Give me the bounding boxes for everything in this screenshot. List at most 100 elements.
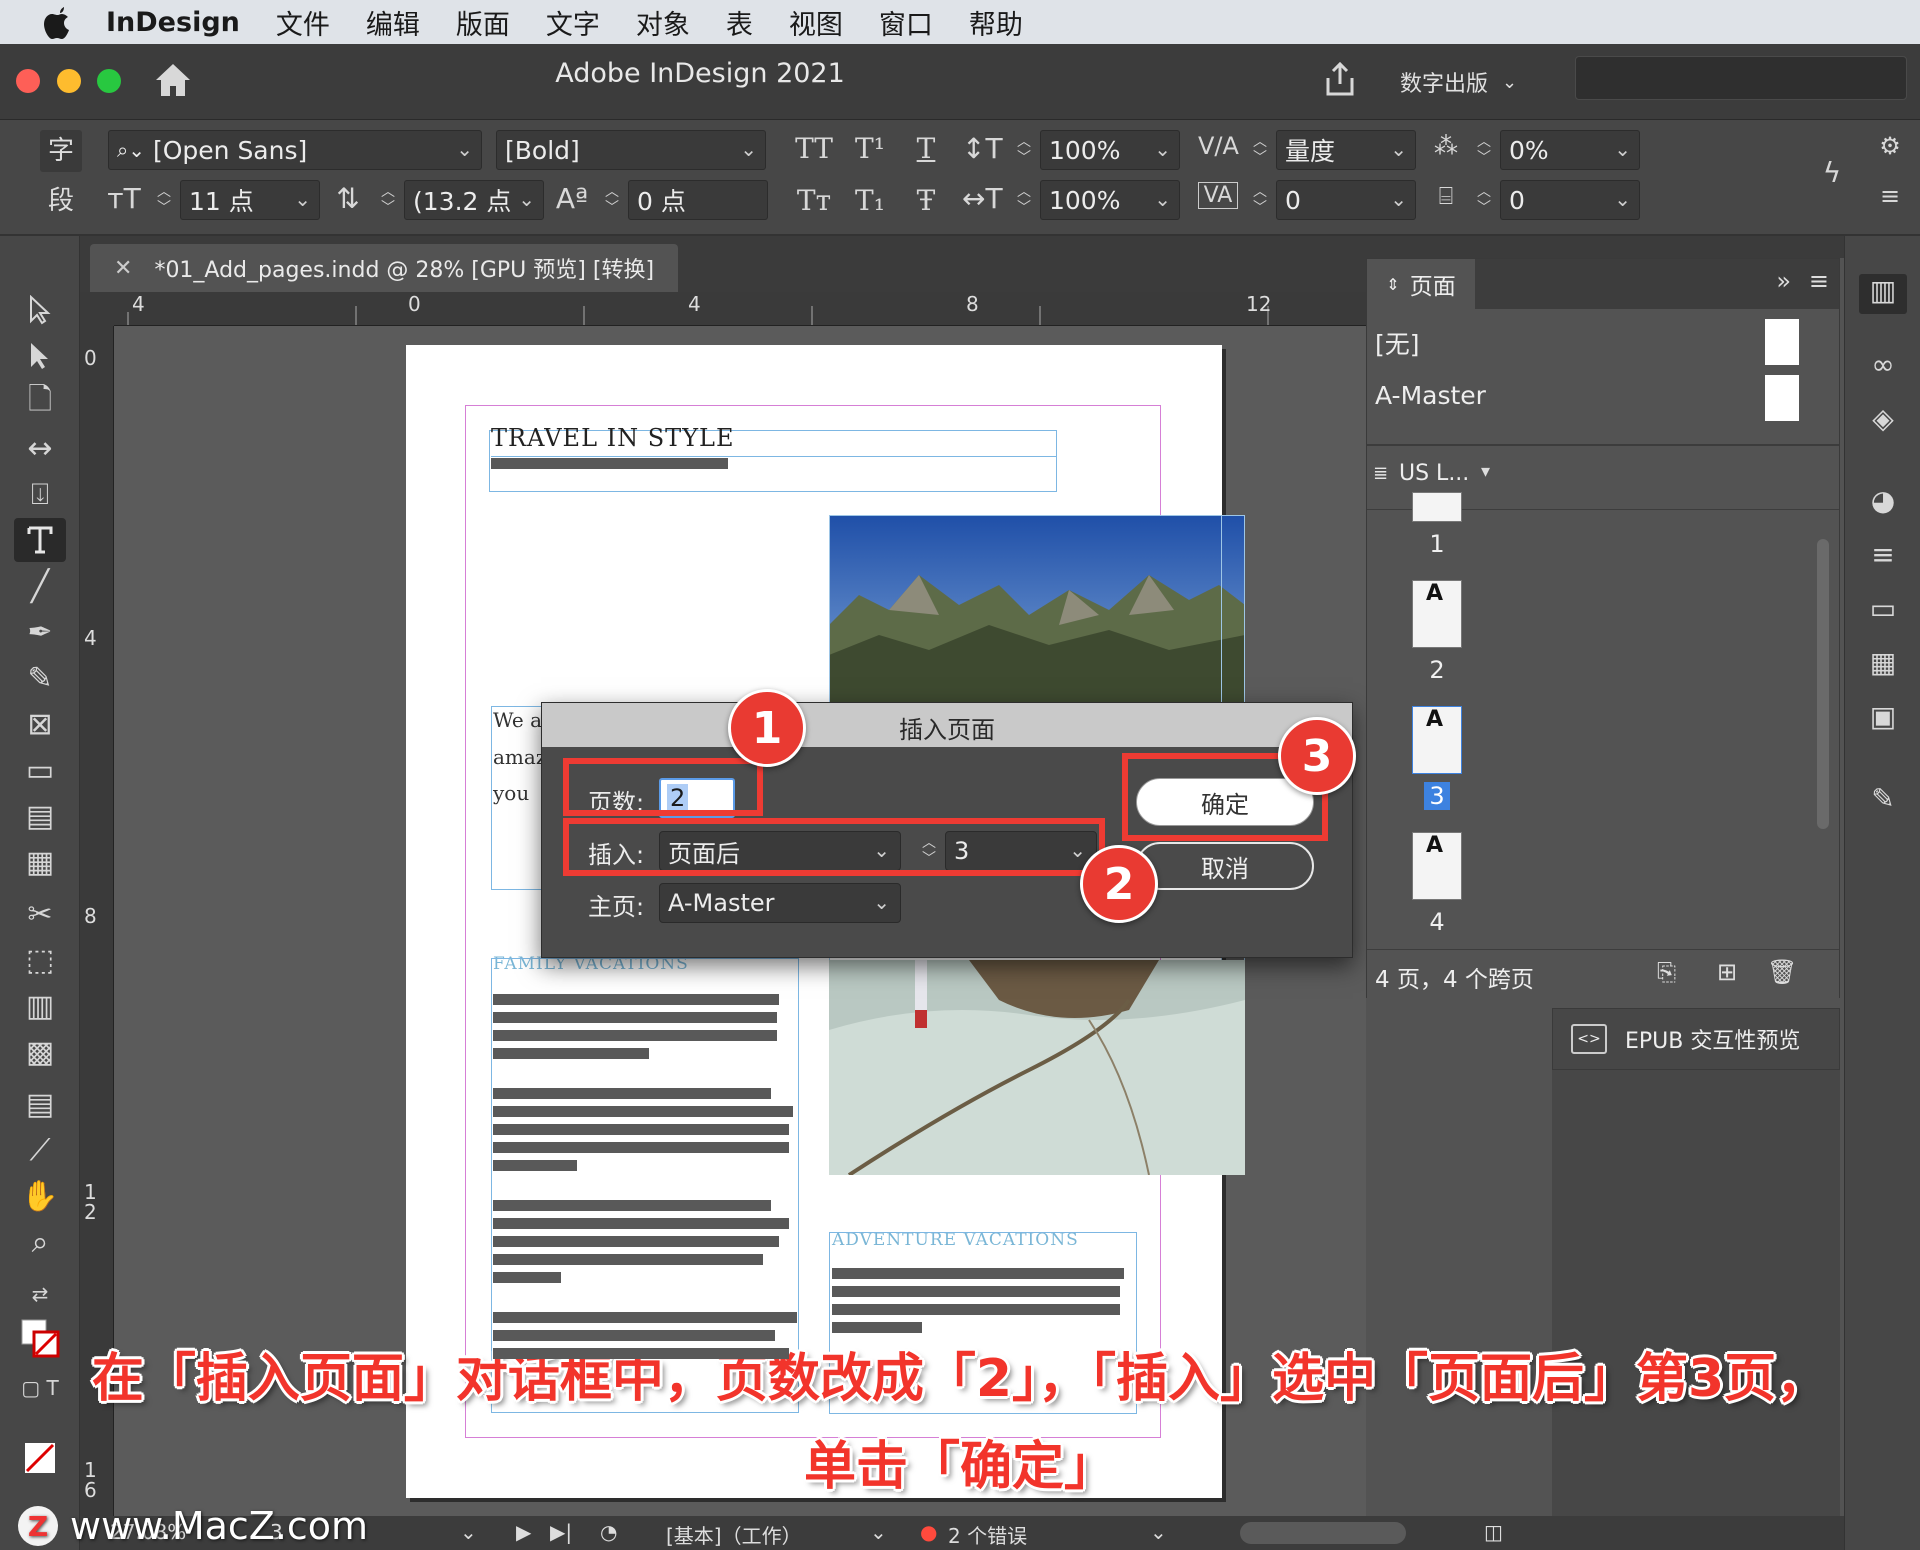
dialog-title-bar[interactable]: 插入页面: [542, 703, 1352, 747]
chevron-down-icon[interactable]: ⌄: [1150, 1520, 1167, 1544]
subscript-button[interactable]: T₁: [848, 184, 892, 217]
chevron-down-icon[interactable]: ⌄: [870, 1520, 887, 1544]
page-number-2[interactable]: 2: [1407, 656, 1467, 684]
content-collector-icon[interactable]: ⍗: [14, 472, 66, 516]
character-rotation-stepper[interactable]: ︿ ﹀: [1472, 180, 1496, 220]
scissors-tool-icon[interactable]: ✂: [14, 892, 66, 936]
menu-window[interactable]: 窗口: [879, 3, 933, 42]
chevron-down-icon[interactable]: ▾: [1481, 461, 1490, 482]
vertical-scale-stepper[interactable]: ︿ ﹀: [1012, 130, 1036, 170]
gradient-panel-icon[interactable]: ▭: [1859, 592, 1907, 632]
rectangle-tool-icon[interactable]: ▭: [14, 748, 66, 792]
ruler-origin[interactable]: [80, 292, 114, 326]
table-tool-icon[interactable]: ▤: [14, 794, 66, 838]
pages-panel-icon[interactable]: ▥: [1859, 274, 1907, 314]
horizontal-ruler[interactable]: 4 0 4 8 12: [114, 292, 1366, 326]
paragraph-mode-button[interactable]: 段: [40, 180, 82, 222]
document-tab[interactable]: ✕ *01_Add_pages.indd @ 28% [GPU 预览] [转换]: [90, 244, 679, 292]
panel-menu-icon[interactable]: ≡: [1870, 182, 1910, 210]
menu-edit[interactable]: 编辑: [366, 3, 420, 42]
articles-panel-icon[interactable]: ▣: [1859, 700, 1907, 740]
page-number-1[interactable]: 1: [1407, 530, 1467, 558]
page-thumbnail-4[interactable]: A: [1412, 832, 1462, 900]
gradient-swatch-tool-icon[interactable]: ▥: [14, 984, 66, 1028]
epub-preview-panel-tab[interactable]: <> EPUB 交互性预览: [1552, 1008, 1840, 1070]
page-number-4[interactable]: 4: [1407, 908, 1467, 936]
last-page-icon[interactable]: ▶|: [550, 1520, 572, 1544]
content-edit-panel-icon[interactable]: ✎: [1859, 782, 1907, 822]
small-caps-button[interactable]: Tт: [792, 184, 836, 217]
master-row-none[interactable]: [无]: [1367, 313, 1839, 369]
type-tool-icon[interactable]: [14, 518, 66, 562]
menu-help[interactable]: 帮助: [969, 3, 1023, 42]
tsume-stepper[interactable]: ︿ ﹀: [1472, 130, 1496, 170]
menu-table[interactable]: 表: [726, 3, 753, 42]
page-thumbnail-2[interactable]: A: [1412, 580, 1462, 648]
links-panel-icon[interactable]: ∞: [1859, 348, 1907, 388]
preflight-icon[interactable]: ◔: [600, 1520, 617, 1544]
panel-menu-icon[interactable]: ≡: [1809, 267, 1829, 295]
panel-divider[interactable]: [1367, 444, 1839, 446]
gear-icon[interactable]: ⚙: [1870, 132, 1910, 160]
underline-button[interactable]: T: [904, 132, 948, 165]
zoom-tool-icon[interactable]: ⌕: [14, 1220, 66, 1264]
baseline-shift-field[interactable]: 0 点: [628, 180, 768, 220]
leading-stepper[interactable]: ︿ ﹀: [376, 180, 400, 220]
trash-icon[interactable]: 🗑: [1767, 958, 1797, 986]
pages-panel-scrollbar[interactable]: [1817, 539, 1829, 829]
edit-page-size-icon[interactable]: ⎘: [1657, 958, 1676, 986]
free-transform-tool-icon[interactable]: ⬚: [14, 938, 66, 982]
kerning-field[interactable]: 量度 ⌄: [1276, 130, 1416, 170]
gap-tool-icon[interactable]: ↔: [14, 426, 66, 470]
pages-panel-tab[interactable]: ⇕ 页面: [1367, 259, 1475, 309]
character-rotation-field[interactable]: 0 ⌄: [1500, 180, 1640, 220]
split-view-icon[interactable]: ◫: [1484, 1520, 1503, 1544]
font-size-field[interactable]: 11 点 ⌄: [180, 180, 320, 220]
note-tool-icon[interactable]: ▤: [14, 1082, 66, 1126]
baseline-shift-stepper[interactable]: ︿ ﹀: [600, 180, 624, 220]
horizontal-scale-field[interactable]: 100% ⌄: [1040, 180, 1180, 220]
superscript-button[interactable]: T¹: [848, 132, 892, 165]
cancel-button[interactable]: 取消: [1136, 842, 1314, 890]
tracking-field[interactable]: 0 ⌄: [1276, 180, 1416, 220]
share-icon[interactable]: [1320, 60, 1360, 100]
page-number-3[interactable]: 3: [1424, 782, 1450, 810]
all-caps-button[interactable]: TT: [792, 132, 836, 165]
font-style-field[interactable]: [Bold] ⌄: [496, 130, 766, 170]
swatches-panel-icon[interactable]: ◕: [1859, 484, 1907, 524]
next-page-icon[interactable]: ▶: [516, 1520, 531, 1544]
tsume-field[interactable]: 0% ⌄: [1500, 130, 1640, 170]
stroke-panel-icon[interactable]: ≡: [1859, 538, 1907, 578]
workspace-switcher[interactable]: 数字出版 ⌄: [1400, 62, 1517, 102]
new-page-icon[interactable]: ⊞: [1717, 958, 1737, 986]
page-size-label[interactable]: US L...: [1399, 461, 1469, 486]
line-tool-icon[interactable]: ╱: [14, 564, 66, 608]
direct-selection-tool-icon[interactable]: [14, 334, 66, 378]
menu-type[interactable]: 文字: [546, 3, 600, 42]
page-thumbnail-3[interactable]: A: [1412, 706, 1462, 774]
panel-dock-header[interactable]: [1366, 236, 1868, 258]
leading-field[interactable]: (13.2 点 ⌄: [404, 180, 544, 220]
tracking-stepper[interactable]: ︿ ﹀: [1248, 180, 1272, 220]
pencil-tool-icon[interactable]: ✎: [14, 656, 66, 700]
menu-view[interactable]: 视图: [789, 3, 843, 42]
preflight-profile[interactable]: [基本]（工作）: [666, 1520, 802, 1549]
strikethrough-button[interactable]: Ŧ: [904, 184, 948, 217]
menu-app-name[interactable]: InDesign: [106, 7, 240, 38]
page-tool-icon[interactable]: 🗋: [14, 380, 66, 424]
close-icon[interactable]: ✕: [114, 256, 132, 281]
menu-object[interactable]: 对象: [636, 3, 690, 42]
kerning-stepper[interactable]: ︿ ﹀: [1248, 130, 1272, 170]
horizontal-scale-stepper[interactable]: ︿ ﹀: [1012, 180, 1036, 220]
page-thumbnail-1[interactable]: [1412, 492, 1462, 522]
search-input[interactable]: [1575, 56, 1907, 100]
font-size-stepper[interactable]: ︿ ﹀: [152, 180, 176, 220]
character-mode-button[interactable]: 字: [40, 130, 82, 172]
rectangle-frame-tool-icon[interactable]: ⊠: [14, 702, 66, 746]
swap-colors-icon[interactable]: ⇄: [14, 1272, 66, 1316]
grid-tool-icon[interactable]: ▦: [14, 840, 66, 884]
chevron-down-icon[interactable]: ⌄: [460, 1520, 477, 1544]
beach-photo[interactable]: [829, 960, 1245, 1175]
selection-tool-icon[interactable]: [14, 288, 66, 332]
collapse-panel-icon[interactable]: »: [1776, 267, 1791, 295]
